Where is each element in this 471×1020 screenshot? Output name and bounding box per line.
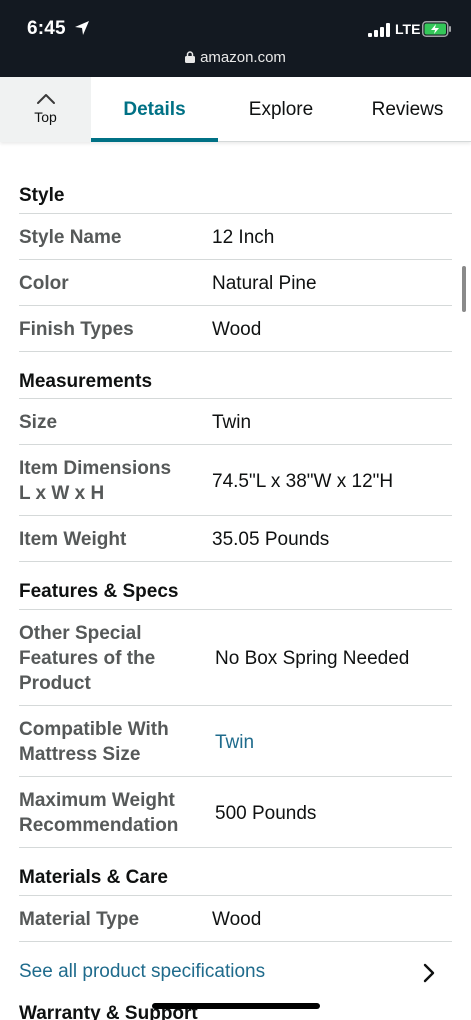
lock-icon (185, 51, 196, 63)
spec-label-size: Size (19, 412, 58, 433)
tab-details[interactable]: Details (91, 77, 218, 142)
status-bar: 6:45 LTE amazon.com (0, 0, 471, 77)
see-all-specifications-link[interactable]: See all product specifications (19, 961, 265, 983)
spec-value-other-features: No Box Spring Needed (215, 648, 410, 669)
spec-value-style-name: 12 Inch (212, 227, 275, 248)
divider (19, 705, 452, 706)
spec-label-finish-types: Finish Types (19, 319, 134, 340)
section-title-style: Style (19, 185, 65, 206)
divider (19, 515, 452, 516)
spec-label-max-weight: Maximum Weight Recommendation (19, 790, 179, 836)
divider (19, 305, 452, 306)
chevron-right-icon[interactable] (422, 962, 436, 984)
spec-value-color: Natural Pine (212, 273, 317, 294)
divider (19, 941, 452, 942)
spec-label-other-features: Other Special Features of the Product (19, 623, 156, 694)
chevron-up-icon (37, 94, 55, 104)
home-indicator[interactable] (152, 1003, 320, 1009)
section-title-measurements: Measurements (19, 371, 153, 392)
divider (19, 776, 452, 777)
scrollbar[interactable] (462, 266, 466, 312)
tab-reviews[interactable]: Reviews (344, 77, 471, 142)
divider (19, 444, 452, 445)
divider (19, 847, 452, 848)
spec-value-item-weight: 35.05 Pounds (212, 529, 330, 550)
tab-explore[interactable]: Explore (218, 77, 344, 142)
spec-value-finish-types: Wood (212, 319, 262, 340)
spec-label-material-type: Material Type (19, 909, 140, 930)
url-text: amazon.com (200, 49, 286, 66)
divider (19, 213, 452, 214)
network-type: LTE (395, 21, 421, 37)
spec-value-compatible-mattress-link[interactable]: Twin (215, 730, 254, 755)
spec-value-max-weight: 500 Pounds (215, 803, 317, 824)
signal-icon (368, 23, 390, 37)
spec-value-size: Twin (212, 412, 252, 433)
battery-charging-icon (422, 21, 451, 37)
back-to-top-button[interactable]: Top (0, 77, 91, 142)
top-label: Top (34, 109, 57, 125)
divider (19, 609, 452, 610)
spec-label-color: Color (19, 273, 69, 294)
status-time: 6:45 (27, 18, 66, 39)
tab-bar: Top Details Explore Reviews (0, 77, 471, 142)
section-title-materials: Materials & Care (19, 867, 168, 888)
spec-label-item-dimensions: Item Dimensions L x W x H (19, 458, 172, 504)
spec-label-style-name: Style Name (19, 227, 122, 248)
spec-value-material-type: Wood (212, 909, 262, 930)
spec-label-compatible-mattress: Compatible With Mattress Size (19, 719, 169, 765)
spec-label-item-weight: Item Weight (19, 529, 127, 550)
divider (19, 561, 452, 562)
url-bar[interactable]: amazon.com (0, 49, 471, 66)
divider (19, 259, 452, 260)
location-arrow-icon (75, 21, 89, 35)
spec-value-item-dimensions: 74.5"L x 38"W x 12"H (212, 471, 394, 492)
divider (19, 895, 452, 896)
section-title-features: Features & Specs (19, 581, 179, 602)
divider (19, 351, 452, 352)
divider (19, 398, 452, 399)
